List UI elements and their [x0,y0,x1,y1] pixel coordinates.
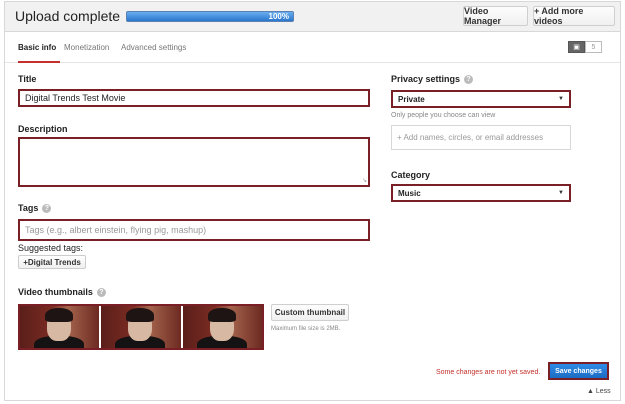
thumbnail-option[interactable] [182,306,262,348]
help-icon[interactable]: ? [464,75,474,84]
upload-header: Upload complete 100% Video Manager + Add… [5,2,620,32]
help-icon[interactable]: ? [96,288,106,297]
category-select[interactable]: Music ▼ [391,184,571,202]
title-input[interactable]: Digital Trends Test Movie [18,89,370,107]
tab-basic-info[interactable]: Basic info [18,43,56,52]
upload-status-title: Upload complete [15,8,121,24]
privacy-note: Only people you choose can view [391,112,496,119]
thumbnails-label-text: Video thumbnails [18,287,93,297]
lock-icon[interactable]: ▣ [568,41,585,53]
progress-percent: 100% [268,12,289,21]
tags-input[interactable]: Tags (e.g., albert einstein, flying pig,… [18,219,370,241]
help-icon[interactable]: ? [42,204,52,213]
tab-monetization[interactable]: Monetization [64,43,109,52]
privacy-toggle[interactable]: ▣ 5 [568,41,602,53]
chevron-down-icon: ▼ [558,190,564,196]
tags-placeholder: Tags (e.g., albert einstein, flying pig,… [25,225,207,235]
privacy-count-badge[interactable]: 5 [585,41,602,53]
less-toggle-link[interactable]: ▲ Less [587,388,611,395]
description-textarea[interactable]: ↘ [18,137,370,187]
description-label: Description [18,124,68,134]
privacy-selected-value: Private [398,94,425,104]
category-selected-value: Music [398,188,421,198]
tab-advanced-settings[interactable]: Advanced settings [121,43,186,52]
privacy-select[interactable]: Private ▼ [391,90,571,108]
resize-handle-icon[interactable]: ↘ [362,177,367,184]
save-changes-button[interactable]: Save changes [548,362,609,380]
tags-label-text: Tags [18,203,39,213]
category-label: Category [391,170,431,180]
share-with-placeholder: + Add names, circles, or email addresses [397,133,544,142]
max-file-size-note: Maximum file size is 2MB. [271,326,341,332]
settings-tabs: Basic info Monetization Advanced setting… [5,33,620,63]
share-with-input[interactable]: + Add names, circles, or email addresses [391,125,571,150]
video-manager-button[interactable]: Video Manager [463,6,528,26]
upload-panel: Upload complete 100% Video Manager + Add… [4,1,621,401]
upload-progress-bar: 100% [126,11,294,22]
privacy-settings-label-text: Privacy settings [391,74,461,84]
custom-thumbnail-button[interactable]: Custom thumbnail [271,304,349,321]
thumbnails-label: Video thumbnails? [18,287,106,297]
tags-label: Tags? [18,203,52,213]
title-label: Title [18,74,37,84]
add-more-videos-button[interactable]: + Add more videos [533,6,615,26]
unsaved-changes-warning: Some changes are not yet saved. [436,369,541,376]
chevron-down-icon: ▼ [558,96,564,102]
thumbnail-option[interactable] [101,306,183,348]
suggested-tag-button[interactable]: +Digital Trends [18,255,86,269]
thumbnail-option[interactable] [20,306,102,348]
suggested-tags-label: Suggested tags: [18,243,84,253]
thumbnail-selector[interactable] [18,304,264,350]
active-tab-indicator [18,61,60,63]
privacy-settings-label: Privacy settings? [391,74,474,84]
